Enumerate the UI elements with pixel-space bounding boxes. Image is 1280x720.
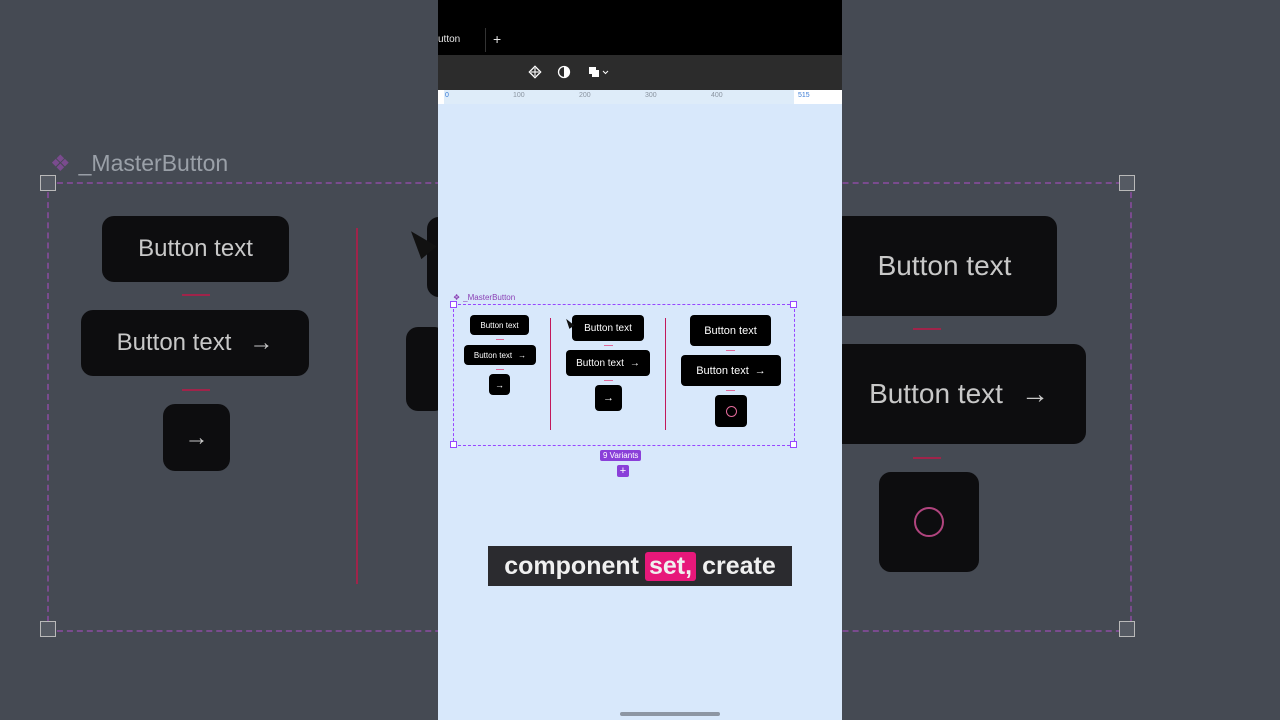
arrow-right-icon: → [629, 357, 640, 369]
background-handle [1119, 621, 1135, 637]
background-component-label: ❖ _MasterButton [50, 150, 228, 177]
variants-badge[interactable]: 9 Variants [600, 450, 642, 461]
background-separator [182, 389, 210, 391]
button-variant-small[interactable]: Button text [470, 315, 529, 335]
background-button-label: Button text [877, 250, 1012, 281]
ruler-tick: 515 [798, 92, 810, 99]
new-tab-button[interactable]: + [493, 31, 501, 47]
add-variant-button[interactable]: + [617, 465, 629, 477]
background-button-label: Button text [116, 329, 232, 356]
background-button-partial [427, 217, 438, 297]
button-variant-medium-arrow[interactable]: Button text → [566, 350, 650, 376]
variant-separator [496, 339, 504, 340]
phone-screen: utton + 0 100 200 300 400 515 ❖ _MasterB… [438, 0, 842, 720]
background-handle [40, 621, 56, 637]
arrow-right-icon: → [1020, 378, 1049, 409]
background-component-title: _MasterButton [78, 150, 229, 176]
resize-handle[interactable] [450, 301, 457, 308]
button-variant-small-arrow[interactable]: Button text → [464, 345, 536, 365]
background-left-panel: ❖ _MasterButton Button text Button text … [0, 0, 438, 720]
background-button-small: Button text [842, 216, 1057, 316]
boolean-ops-icon[interactable] [587, 64, 611, 80]
background-button-arrow: Button text → [81, 310, 309, 376]
background-button-icon [879, 472, 979, 572]
placeholder-icon [725, 405, 737, 417]
placeholder-icon [914, 507, 944, 537]
component-set-title: _MasterButton [463, 293, 516, 302]
background-button-label: Button text [138, 235, 253, 262]
variant-separator [496, 369, 504, 370]
arrow-right-icon: → [603, 392, 614, 404]
button-variant-medium[interactable]: Button text [572, 315, 644, 341]
button-label: Button text [576, 357, 624, 369]
column-divider [550, 318, 551, 430]
caption-word: component [504, 551, 639, 580]
background-button-label: Button text [869, 378, 1003, 409]
ruler-tick: 0 [445, 92, 449, 99]
tab-bar: utton + [438, 0, 842, 55]
caption-word: create [702, 551, 776, 580]
button-label: Button text [696, 364, 749, 377]
button-label: Button text [473, 350, 513, 360]
component-icon: ❖ [50, 150, 71, 176]
component-icon[interactable] [527, 64, 543, 80]
button-label: Button text [704, 324, 757, 337]
background-separator [913, 457, 941, 459]
background-button-partial [406, 327, 438, 411]
background-divider [356, 228, 358, 584]
contrast-icon[interactable] [556, 64, 572, 80]
button-variant-large-arrow[interactable]: Button text → [681, 355, 781, 386]
arrow-right-icon: → [518, 350, 527, 360]
ruler: 0 100 200 300 400 515 [438, 90, 842, 104]
ruler-tick: 200 [579, 92, 591, 99]
button-variant-large-icon[interactable] [715, 395, 747, 427]
button-label: Button text [584, 322, 632, 334]
button-variant-large[interactable]: Button text [690, 315, 771, 346]
background-handle [40, 175, 56, 191]
button-label: Button text [480, 320, 519, 330]
resize-handle[interactable] [790, 301, 797, 308]
background-button-icon: → [163, 404, 230, 471]
resize-handle[interactable] [790, 441, 797, 448]
background-handle [1119, 175, 1135, 191]
arrow-right-icon: → [754, 364, 766, 377]
button-variant-small-icon[interactable]: → [489, 374, 510, 395]
button-variant-medium-icon[interactable]: → [595, 385, 622, 411]
caption-word-highlighted: set, [644, 551, 697, 581]
variant-separator [726, 390, 735, 391]
ruler-selection-highlight [444, 90, 794, 104]
toolbar [438, 55, 842, 90]
variant-separator [604, 380, 613, 381]
tab-divider [485, 28, 486, 52]
variant-separator [604, 345, 613, 346]
arrow-right-icon: → [249, 329, 274, 356]
arrow-right-icon: → [184, 423, 209, 451]
ruler-tick: 300 [645, 92, 657, 99]
variant-separator [726, 350, 735, 351]
background-button-small: Button text [102, 216, 289, 282]
background-separator [182, 294, 210, 296]
background-button-arrow: Button text → [842, 344, 1086, 444]
component-set-label[interactable]: ❖ _MasterButton [453, 293, 515, 302]
caption-bar: component set, create [488, 546, 792, 586]
tab-current[interactable]: utton [438, 34, 460, 45]
background-separator [913, 328, 941, 330]
arrow-right-icon: → [495, 379, 504, 390]
ruler-tick: 100 [513, 92, 525, 99]
background-right-panel: Button text Button text → [842, 0, 1280, 720]
ruler-tick: 400 [711, 92, 723, 99]
resize-handle[interactable] [450, 441, 457, 448]
home-indicator[interactable] [620, 712, 720, 716]
column-divider [665, 318, 666, 430]
